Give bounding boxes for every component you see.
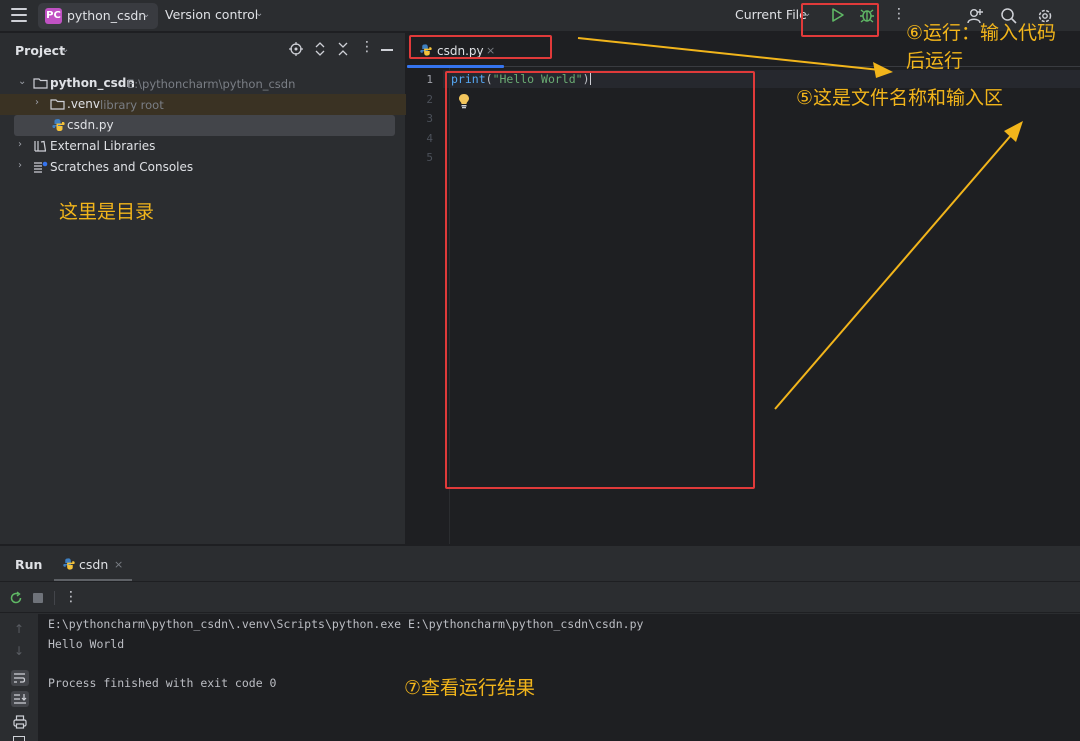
line-number: 3 — [426, 112, 433, 125]
line-number: 5 — [426, 151, 433, 164]
collapse-all-icon[interactable] — [336, 42, 350, 56]
line-number: 4 — [426, 131, 433, 145]
locate-icon[interactable] — [289, 42, 303, 56]
version-control-menu[interactable]: Version control — [165, 7, 258, 22]
close-tab-icon[interactable]: × — [114, 558, 123, 571]
annotation-run-line1: ⑥运行：输入代码 — [906, 22, 1057, 44]
soft-wrap-icon[interactable] — [11, 670, 29, 686]
console-output[interactable]: E:\pythoncharm\python_csdn\.venv\Scripts… — [38, 614, 1080, 741]
chevron-down-icon: ⌄ — [142, 9, 151, 20]
tree-item-external-libraries[interactable]: › External Libraries — [0, 136, 406, 157]
toolbar-divider — [54, 591, 55, 605]
console-line: Process finished with exit code 0 — [48, 675, 277, 690]
more-options-icon[interactable]: ⋮ — [64, 589, 78, 605]
project-switcher[interactable]: PC python_csdn ⌄ — [38, 3, 158, 29]
active-tab-indicator — [54, 579, 132, 581]
tree-item-csdn-py[interactable]: csdn.py — [14, 115, 395, 136]
console-line: E:\pythoncharm\python_csdn\.venv\Scripts… — [48, 617, 644, 631]
arrow-down-icon[interactable]: ↓ — [14, 644, 24, 658]
tree-item-label: csdn.py — [67, 118, 114, 132]
line-number: 2 — [426, 92, 433, 106]
annotation-result: ⑦查看运行结果 — [404, 677, 536, 699]
run-tool-window: Run csdn × ⋮ ↑ ↓ E:\pythoncharm\python_c… — [0, 545, 1080, 741]
expand-all-icon[interactable] — [313, 42, 327, 56]
folder-icon — [50, 99, 65, 110]
more-options-icon[interactable]: ⋮ — [892, 6, 906, 22]
tree-item-label: .venv — [67, 97, 101, 111]
project-badge: PC — [45, 8, 62, 24]
tree-item-venv[interactable]: › .venv library root — [0, 94, 406, 115]
tree-item-note: library root — [100, 98, 164, 112]
scratches-icon — [34, 161, 48, 173]
console-line: Hello World — [48, 636, 125, 651]
rerun-icon[interactable] — [9, 591, 23, 605]
arrow-up-icon[interactable]: ↑ — [14, 622, 24, 636]
tree-item-path: E:\pythoncharm\python_csdn — [127, 77, 296, 91]
annotation-run-line2: 后运行 — [906, 50, 964, 72]
active-tab-indicator — [407, 65, 504, 68]
project-panel-title[interactable]: Project — [15, 43, 65, 58]
more-options-icon[interactable]: ⋮ — [360, 39, 374, 55]
console-side-toolbar: ↑ ↓ — [0, 614, 38, 741]
line-number: 1 — [426, 73, 433, 86]
chevron-right-icon[interactable]: › — [18, 139, 22, 150]
annotation-file-area: ⑤这是文件名称和输入区 — [796, 87, 1004, 109]
tree-item-scratches[interactable]: › Scratches and Consoles — [0, 157, 406, 178]
annotation-directory: 这里是目录 — [59, 201, 155, 223]
scroll-to-end-icon[interactable] — [11, 691, 29, 707]
trash-icon[interactable] — [13, 736, 25, 741]
run-panel-title: Run — [15, 557, 43, 572]
tree-item-label: Scratches and Consoles — [50, 160, 194, 174]
python-file-icon — [63, 558, 75, 570]
folder-icon — [33, 78, 48, 89]
python-file-icon — [52, 119, 65, 131]
tree-item-project-root[interactable]: ⌄ python_csdn E:\pythoncharm\python_csdn — [0, 73, 406, 94]
chevron-right-icon[interactable]: › — [18, 160, 22, 171]
print-icon[interactable] — [12, 715, 28, 729]
hide-panel-icon[interactable] — [381, 49, 393, 51]
run-tab-label[interactable]: csdn — [79, 557, 108, 572]
run-configuration-select[interactable]: Current File — [735, 7, 807, 22]
run-toolbar: ⋮ — [0, 583, 1080, 613]
tree-item-label: python_csdn — [50, 76, 135, 90]
chevron-down-icon: ⌄ — [255, 8, 264, 19]
highlight-run-buttons — [801, 3, 879, 37]
highlight-file-tab — [409, 35, 552, 59]
project-tool-window: Project ⌄ ⋮ ⌄ python_csdn E:\pythoncharm… — [0, 33, 406, 544]
project-name: python_csdn — [67, 8, 147, 23]
chevron-right-icon[interactable]: › — [35, 97, 39, 108]
chevron-down-icon[interactable]: ⌄ — [61, 44, 69, 55]
main-menu-icon[interactable] — [11, 8, 27, 22]
chevron-down-icon[interactable]: ⌄ — [18, 76, 26, 87]
tree-item-label: External Libraries — [50, 139, 156, 153]
stop-icon[interactable] — [33, 593, 43, 603]
highlight-input-area — [445, 71, 755, 489]
run-panel-header: Run csdn × — [0, 546, 1080, 582]
library-icon — [34, 140, 47, 152]
